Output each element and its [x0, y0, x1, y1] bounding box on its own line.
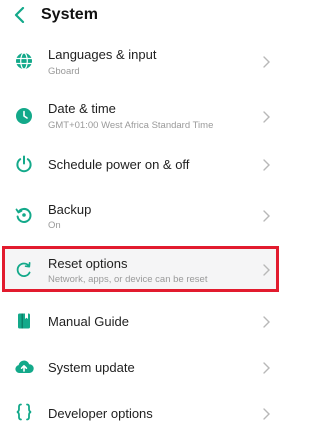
chevron-right-icon: [261, 361, 271, 375]
braces-icon: [14, 402, 34, 422]
settings-item-subtitle: Gboard: [48, 66, 80, 77]
settings-item-subtitle: GMT+01:00 West Africa Standard Time: [48, 120, 214, 131]
book-icon: [14, 311, 34, 331]
back-arrow-icon[interactable]: [10, 4, 30, 26]
chevron-right-icon: [261, 110, 271, 124]
page-title: System: [41, 6, 98, 23]
cloud-upload-icon: [14, 357, 34, 377]
chevron-right-icon: [261, 158, 271, 172]
settings-item-label: System update: [48, 360, 135, 375]
settings-item-label: Languages & input: [48, 47, 157, 62]
chevron-right-icon: [261, 263, 271, 277]
globe-icon: [14, 51, 34, 71]
settings-item-label: Developer options: [48, 406, 153, 421]
top-bar: System: [0, 0, 288, 32]
settings-item-label: Schedule power on & off: [48, 157, 190, 172]
chevron-right-icon: [261, 55, 271, 69]
settings-item-developer-options[interactable]: Developer options: [0, 394, 288, 430]
chevron-right-icon: [261, 315, 271, 329]
settings-item-system-update[interactable]: System update: [0, 348, 288, 388]
settings-item-label: Date & time: [48, 101, 116, 116]
reset-icon: [14, 260, 34, 280]
backup-icon: [14, 205, 34, 225]
settings-item-schedule-power[interactable]: Schedule power on & off: [0, 146, 288, 186]
settings-item-manual-guide[interactable]: Manual Guide: [0, 302, 288, 342]
chevron-right-icon: [261, 407, 271, 421]
chevron-right-icon: [261, 209, 271, 223]
settings-item-label: Manual Guide: [48, 314, 129, 329]
clock-icon: [14, 106, 34, 126]
settings-item-languages[interactable]: Languages & input Gboard: [0, 36, 288, 88]
settings-item-subtitle: Network, apps, or device can be reset: [48, 274, 208, 285]
settings-item-subtitle: On: [48, 220, 61, 231]
power-icon: [14, 154, 34, 174]
settings-item-date-time[interactable]: Date & time GMT+01:00 West Africa Standa…: [0, 90, 288, 142]
settings-item-label: Backup: [48, 202, 92, 217]
settings-item-backup[interactable]: Backup On: [0, 192, 288, 242]
settings-item-reset-options[interactable]: Reset options Network, apps, or device c…: [0, 246, 288, 292]
settings-item-label: Reset options: [48, 256, 128, 271]
